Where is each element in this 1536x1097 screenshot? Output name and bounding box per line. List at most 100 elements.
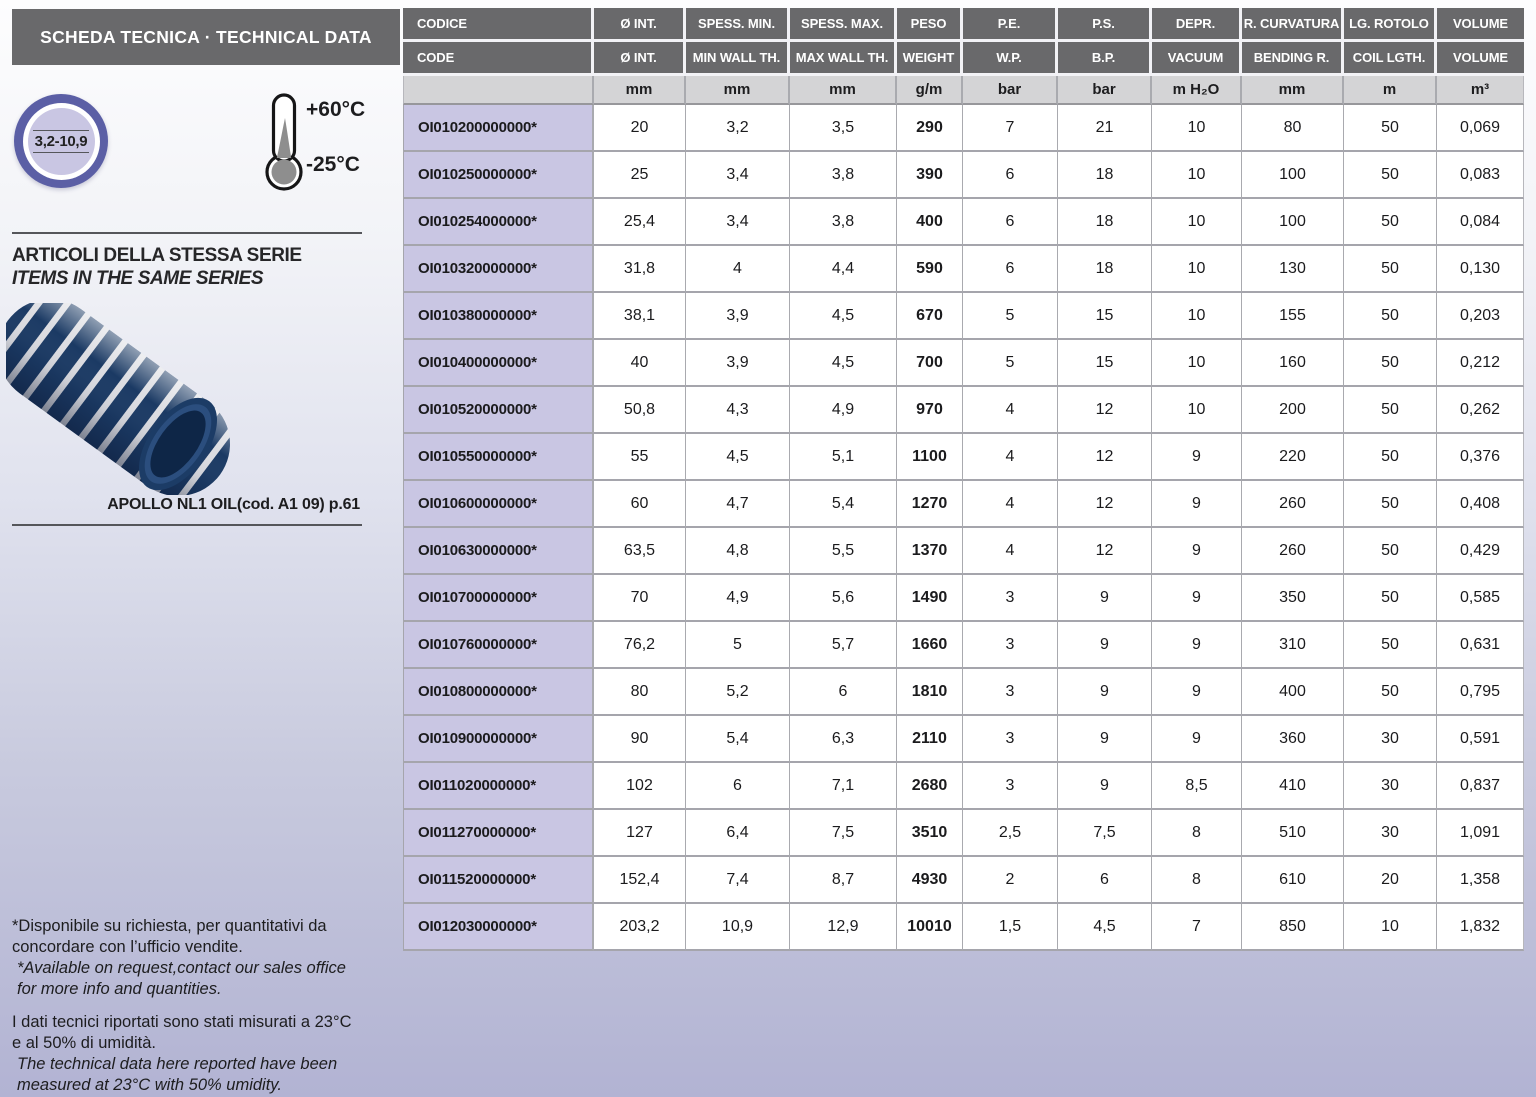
value-cell: 100 <box>1242 199 1344 246</box>
table-row: OI010254000000*25,43,43,840061810100500,… <box>403 199 1524 246</box>
product-code-cell: OI011520000000* <box>403 857 594 904</box>
value-cell: 0,631 <box>1437 622 1524 669</box>
product-code-cell: OI010700000000* <box>403 575 594 622</box>
column-header-italian: VOLUME <box>1437 8 1524 42</box>
value-cell: 3 <box>963 575 1058 622</box>
value-cell: 6 <box>963 199 1058 246</box>
value-cell: 50 <box>1344 575 1437 622</box>
column-header-italian: LG. ROTOLO <box>1344 8 1437 42</box>
value-cell: 0,376 <box>1437 434 1524 481</box>
table-row: OI010250000000*253,43,839061810100500,08… <box>403 152 1524 199</box>
value-cell: 2680 <box>897 763 963 810</box>
hose-product-image <box>6 303 241 495</box>
unit-cell: bar <box>963 76 1058 105</box>
value-cell: 3,4 <box>686 199 790 246</box>
value-cell: 5,6 <box>790 575 897 622</box>
value-cell: 100 <box>1242 152 1344 199</box>
value-cell: 18 <box>1058 246 1152 293</box>
value-cell: 70 <box>594 575 686 622</box>
availability-note-english: *Available on request,contact our sales … <box>12 958 402 1000</box>
value-cell: 290 <box>897 105 963 152</box>
value-cell: 50 <box>1344 105 1437 152</box>
value-cell: 9 <box>1152 481 1242 528</box>
value-cell: 30 <box>1344 763 1437 810</box>
unit-cell: m³ <box>1437 76 1524 105</box>
value-cell: 3,9 <box>686 340 790 387</box>
value-cell: 2,5 <box>963 810 1058 857</box>
column-header-english: COIL LGTH. <box>1344 42 1437 76</box>
product-code-cell: OI010380000000* <box>403 293 594 340</box>
value-cell: 10 <box>1152 199 1242 246</box>
value-cell: 0,585 <box>1437 575 1524 622</box>
value-cell: 20 <box>1344 857 1437 904</box>
value-cell: 38,1 <box>594 293 686 340</box>
value-cell: 4,3 <box>686 387 790 434</box>
product-code-cell: OI010760000000* <box>403 622 594 669</box>
header-row-english: CODEØ INT.MIN WALL TH.MAX WALL TH.WEIGHT… <box>403 42 1524 76</box>
column-header-italian: PESO <box>897 8 963 42</box>
value-cell: 4,7 <box>686 481 790 528</box>
value-cell: 1270 <box>897 481 963 528</box>
value-cell: 10,9 <box>686 904 790 951</box>
unit-cell: m H₂O <box>1152 76 1242 105</box>
thermometer-icon <box>264 92 308 194</box>
product-code-cell: OI010250000000* <box>403 152 594 199</box>
temperature-min-label: -25°C <box>306 153 360 177</box>
value-cell: 4930 <box>897 857 963 904</box>
table-row: OI012030000000*203,210,912,9100101,54,57… <box>403 904 1524 951</box>
table-row: OI010400000000*403,94,570051510160500,21… <box>403 340 1524 387</box>
unit-cell: g/m <box>897 76 963 105</box>
value-cell: 18 <box>1058 152 1152 199</box>
series-heading-italian: ARTICOLI DELLA STESSA SERIE <box>12 245 302 267</box>
value-cell: 1,832 <box>1437 904 1524 951</box>
product-code-cell: OI010320000000* <box>403 246 594 293</box>
value-cell: 50,8 <box>594 387 686 434</box>
value-cell: 310 <box>1242 622 1344 669</box>
product-code-cell: OI010550000000* <box>403 434 594 481</box>
value-cell: 9 <box>1152 622 1242 669</box>
value-cell: 10 <box>1344 904 1437 951</box>
value-cell: 160 <box>1242 340 1344 387</box>
value-cell: 15 <box>1058 293 1152 340</box>
value-cell: 60 <box>594 481 686 528</box>
value-cell: 200 <box>1242 387 1344 434</box>
value-cell: 40 <box>594 340 686 387</box>
value-cell: 6 <box>963 246 1058 293</box>
value-cell: 15 <box>1058 340 1152 387</box>
value-cell: 8 <box>1152 857 1242 904</box>
value-cell: 50 <box>1344 669 1437 716</box>
value-cell: 12 <box>1058 528 1152 575</box>
table-row: OI011520000000*152,47,48,74930268610201,… <box>403 857 1524 904</box>
product-code-cell: OI010254000000* <box>403 199 594 246</box>
product-code-cell: OI010200000000* <box>403 105 594 152</box>
value-cell: 5 <box>963 340 1058 387</box>
value-cell: 10 <box>1152 152 1242 199</box>
value-cell: 850 <box>1242 904 1344 951</box>
value-cell: 9 <box>1152 434 1242 481</box>
value-cell: 1,091 <box>1437 810 1524 857</box>
technical-data-sheet: SCHEDA TECNICA · TECHNICAL DATA 3,2-10,9… <box>0 0 1536 1097</box>
value-cell: 0,212 <box>1437 340 1524 387</box>
value-cell: 1,358 <box>1437 857 1524 904</box>
value-cell: 9 <box>1058 763 1152 810</box>
value-cell: 4,9 <box>686 575 790 622</box>
value-cell: 5,4 <box>790 481 897 528</box>
value-cell: 10 <box>1152 105 1242 152</box>
value-cell: 50 <box>1344 387 1437 434</box>
table-row: OI010380000000*38,13,94,567051510155500,… <box>403 293 1524 340</box>
table-row: OI010900000000*905,46,32110399360300,591 <box>403 716 1524 763</box>
unit-cell <box>403 76 594 105</box>
wall-thickness-badge-icon: 3,2-10,9 <box>14 94 108 188</box>
value-cell: 0,591 <box>1437 716 1524 763</box>
value-cell: 12 <box>1058 481 1152 528</box>
value-cell: 400 <box>897 199 963 246</box>
value-cell: 3 <box>963 763 1058 810</box>
value-cell: 9 <box>1152 669 1242 716</box>
measurement-note-english: The technical data here reported have be… <box>12 1054 402 1096</box>
value-cell: 3,9 <box>686 293 790 340</box>
value-cell: 6,4 <box>686 810 790 857</box>
value-cell: 5,1 <box>790 434 897 481</box>
value-cell: 260 <box>1242 528 1344 575</box>
footnotes: *Disponibile su richiesta, per quantitat… <box>12 916 402 1096</box>
value-cell: 4,8 <box>686 528 790 575</box>
